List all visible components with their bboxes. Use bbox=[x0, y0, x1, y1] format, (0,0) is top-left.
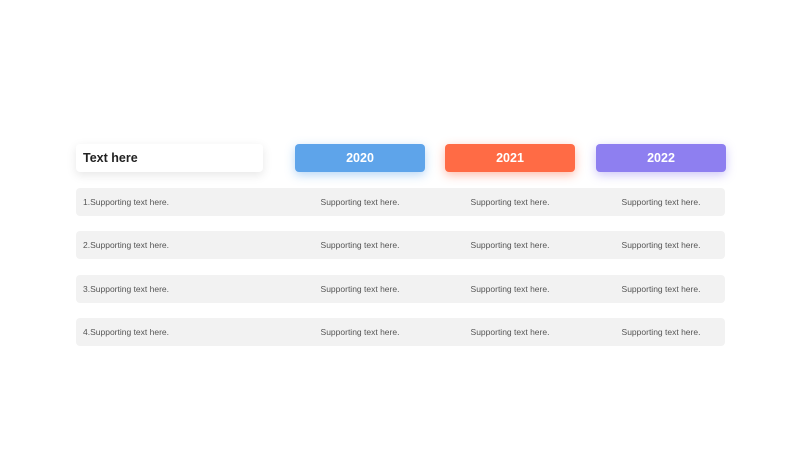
cell-2020: Supporting text here. bbox=[320, 197, 400, 207]
table-title: Text here bbox=[76, 144, 263, 172]
cell-2020: Supporting text here. bbox=[320, 327, 400, 337]
cell-2022: Supporting text here. bbox=[621, 327, 701, 337]
cell-2022: Supporting text here. bbox=[621, 284, 701, 294]
year-header-2021: 2021 bbox=[445, 144, 575, 172]
cell-2020: Supporting text here. bbox=[320, 240, 400, 250]
table-row: 4.Supporting text here. Supporting text … bbox=[76, 318, 725, 346]
cell-2021: Supporting text here. bbox=[470, 240, 550, 250]
table-row: 1.Supporting text here. Supporting text … bbox=[76, 188, 725, 216]
table-row: 2.Supporting text here. Supporting text … bbox=[76, 231, 725, 259]
year-header-2022: 2022 bbox=[596, 144, 726, 172]
cell-2021: Supporting text here. bbox=[470, 197, 550, 207]
table-header: Text here 2020 2021 2022 bbox=[0, 0, 800, 450]
cell-2022: Supporting text here. bbox=[621, 197, 701, 207]
year-header-2020: 2020 bbox=[295, 144, 425, 172]
cell-2020: Supporting text here. bbox=[320, 284, 400, 294]
table-row: 3.Supporting text here. Supporting text … bbox=[76, 275, 725, 303]
row-label: 2.Supporting text here. bbox=[83, 240, 170, 250]
cell-2022: Supporting text here. bbox=[621, 240, 701, 250]
cell-2021: Supporting text here. bbox=[470, 284, 550, 294]
row-label: 1.Supporting text here. bbox=[83, 197, 170, 207]
row-label: 4.Supporting text here. bbox=[83, 327, 170, 337]
cell-2021: Supporting text here. bbox=[470, 327, 550, 337]
row-label: 3.Supporting text here. bbox=[83, 284, 170, 294]
